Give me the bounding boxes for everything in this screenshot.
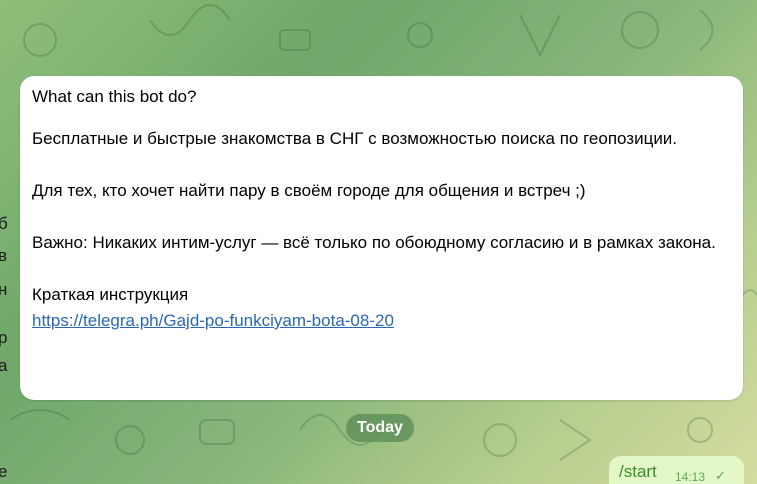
left-edge-text-fragments: б в н р а е: [0, 0, 14, 484]
instruction-link[interactable]: https://telegra.ph/Gajd-po-funkciyam-bot…: [32, 308, 731, 334]
bot-description-paragraph: Для тех, кто хочет найти пару в своём го…: [32, 181, 586, 200]
left-fragment: р: [0, 328, 8, 347]
outgoing-message-text: /start: [619, 462, 657, 481]
left-fragment: н: [0, 280, 8, 299]
left-fragment: в: [0, 246, 8, 265]
message-time: 14:13: [675, 470, 706, 484]
bot-description-title: What can this bot do?: [32, 87, 197, 106]
check-icon: ✓: [715, 468, 726, 483]
bot-description-paragraph: Бесплатные и быстрые знакомства в СНГ с …: [32, 129, 678, 148]
left-fragment: б: [0, 214, 8, 233]
left-fragment: а: [0, 356, 8, 375]
bot-description-paragraph: Важно: Никаких интим-услуг — всё только …: [32, 233, 716, 252]
date-separator: Today: [346, 414, 414, 442]
left-fragment: е: [0, 462, 8, 481]
bot-description-card: What can this bot do? Бесплатные и быстр…: [20, 76, 743, 400]
instruction-label: Краткая инструкция: [32, 285, 189, 304]
chat-background: б в н р а е What can this bot do? Беспла…: [0, 0, 757, 484]
outgoing-message-bubble[interactable]: /start 14:13 ✓: [609, 456, 744, 484]
